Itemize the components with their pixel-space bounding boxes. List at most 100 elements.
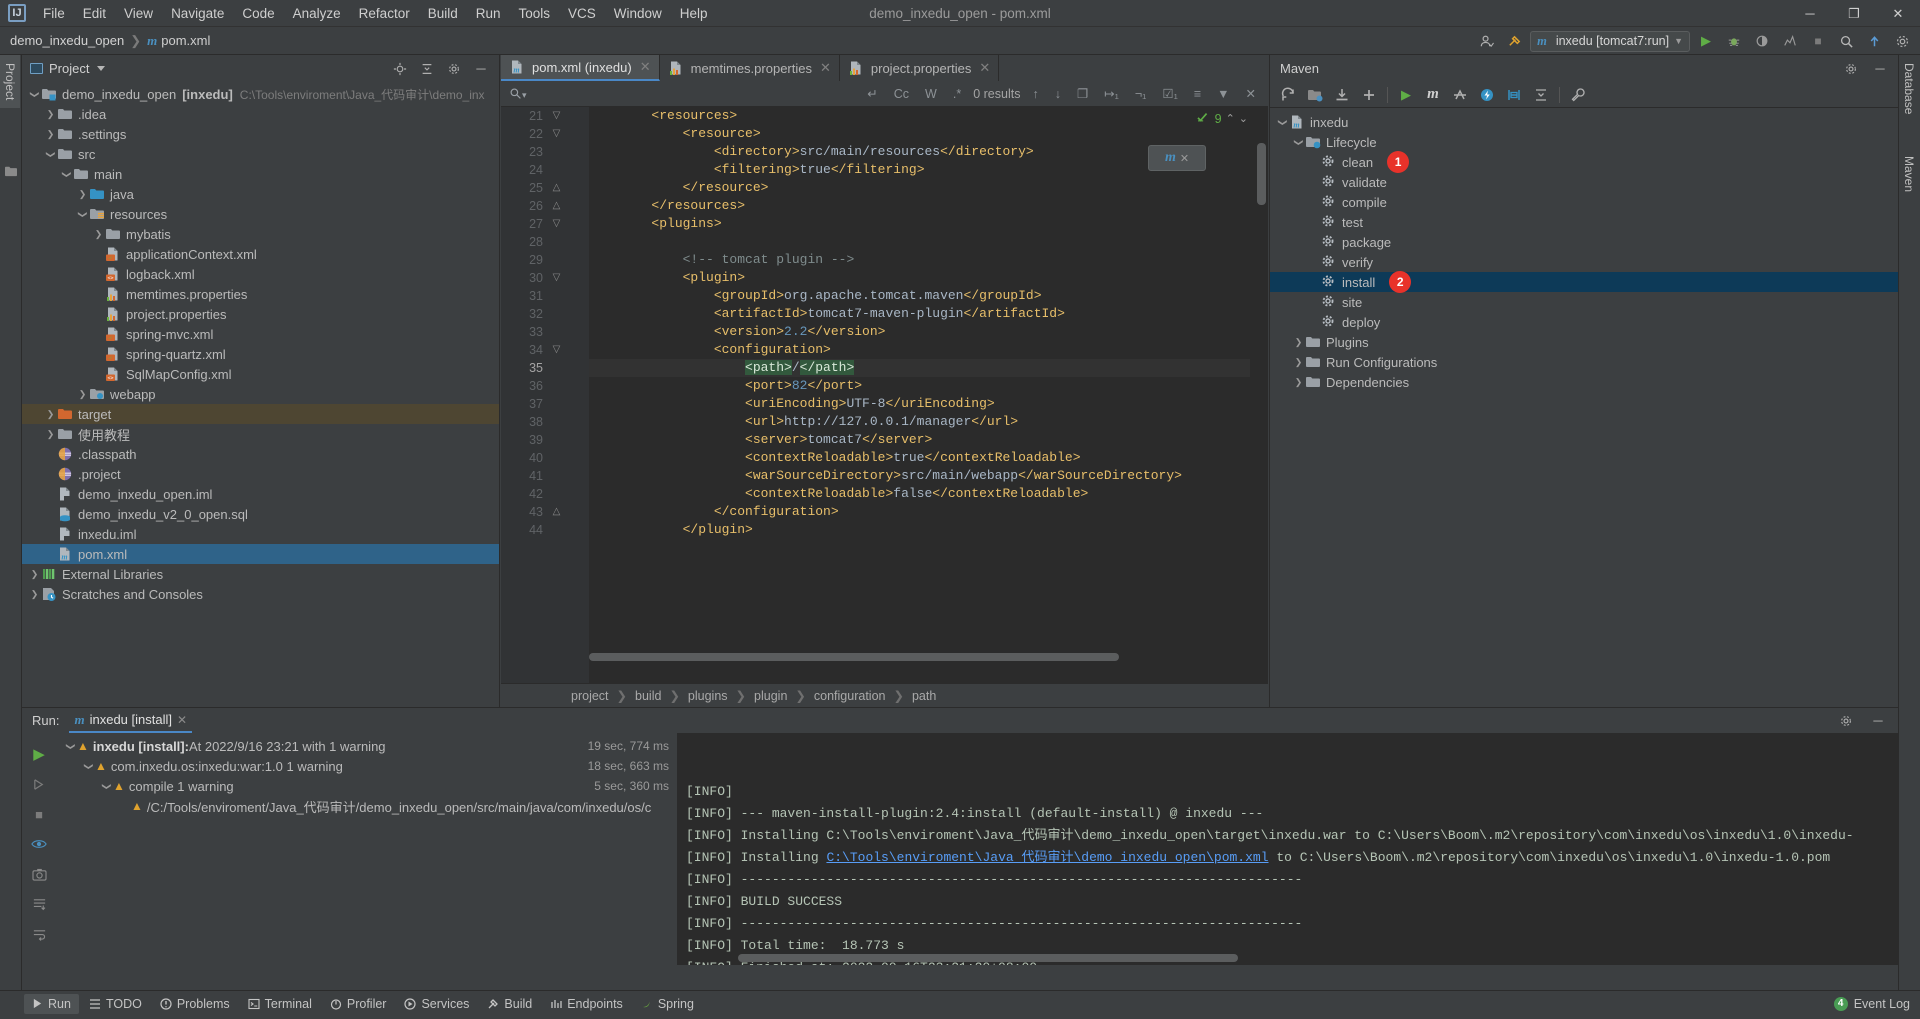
chevron-right-icon[interactable]: ❯ [76,389,89,400]
editor-breadcrumb-item[interactable]: path [912,689,936,703]
project-tree[interactable]: ❯ demo_inxedu_open [inxedu] C:\Tools\enviro… [22,82,499,707]
project-tree-row[interactable]: ❯ 使用教程 [22,424,499,444]
maven-settings-wrench-icon[interactable] [1566,84,1590,106]
structure-folder-icon[interactable] [4,164,18,177]
code-line[interactable]: <path>/</path> [589,359,1250,377]
close-tab-icon[interactable]: ✕ [979,60,990,76]
chevron-down-icon[interactable]: ❯ [77,208,88,221]
project-tree-row[interactable]: ❯ resources [22,204,499,224]
run-with-coverage-button[interactable] [1750,30,1774,52]
maven-settings-gear-icon[interactable] [1839,58,1863,80]
project-tree-row[interactable]: ❯ target [22,404,499,424]
status-bar-item-services[interactable]: Services [396,994,477,1014]
maven-tree-row[interactable]: validate [1270,172,1898,192]
filter-in-comments-icon[interactable]: ↦₁ [1100,85,1123,102]
chevron-down-icon[interactable]: ❯ [1277,116,1288,129]
generate-sources-icon[interactable] [1303,84,1327,106]
project-tree-row[interactable]: ❯ .settings [22,124,499,144]
code-line[interactable]: <port>82</port> [589,377,1250,395]
chevron-down-icon[interactable] [97,66,106,71]
code-line[interactable]: </resources> [589,197,1250,215]
editor-tab[interactable]: m pom.xml (inxedu) ✕ [501,55,660,81]
fold-expand-icon[interactable]: △ [551,179,562,197]
project-tree-row[interactable]: ❯ java [22,184,499,204]
maven-tree-row[interactable]: ❯ m inxedu [1270,112,1898,132]
chevron-right-icon[interactable]: ❯ [44,109,57,120]
status-bar-item-problems[interactable]: Problems [152,994,238,1014]
maven-tree-row[interactable]: deploy [1270,312,1898,332]
reload-projects-icon[interactable] [1276,84,1300,106]
event-log-label[interactable]: Event Log [1854,997,1910,1011]
code-line[interactable]: </resource> [589,179,1250,197]
maven-tree-row[interactable]: install 2 [1270,271,1898,293]
status-bar-item-run[interactable]: Run [24,993,79,1014]
export-snapshot-icon[interactable] [22,859,56,889]
maven-tree-row[interactable]: ❯ Lifecycle [1270,132,1898,152]
hide-maven-panel-icon[interactable]: ─ [1868,58,1892,80]
status-bar-item-endpoints[interactable]: Endpoints [542,994,631,1014]
fold-collapse-icon[interactable]: ▽ [551,341,562,359]
maven-reimport-popup[interactable]: m ✕ [1148,145,1206,171]
run-configuration-selector[interactable]: m inxedu [tomcat7:run] ▼ [1530,30,1690,52]
rerun-failed-tests-button[interactable] [22,769,56,799]
run-maven-goal-icon[interactable]: ▶ [1394,84,1418,106]
close-popup-icon[interactable]: ✕ [1180,152,1189,165]
code-line[interactable]: <warSourceDirectory>src/main/webapp</war… [589,467,1250,485]
maven-tree-row[interactable]: site [1270,292,1898,312]
maximize-button[interactable]: ❐ [1832,0,1876,27]
menu-item-analyze[interactable]: Analyze [284,3,350,24]
find-in-selection-icon[interactable]: ≡ [1190,86,1205,102]
search-everywhere-icon[interactable] [1834,30,1858,52]
find-next-icon[interactable]: ↓ [1051,86,1065,102]
maven-tree-row[interactable]: ❯ Dependencies [1270,372,1898,392]
project-tree-row[interactable]: memtimes.properties [22,284,499,304]
project-settings-gear-icon[interactable] [442,58,466,80]
fold-collapse-icon[interactable]: ▽ [551,215,562,233]
profile-icon[interactable] [1474,30,1498,52]
chevron-right-icon[interactable]: ❯ [1292,377,1305,388]
sidebar-item-project[interactable]: Project [0,55,20,109]
project-tree-row[interactable]: project.properties [22,304,499,324]
show-dependencies-icon[interactable] [1502,84,1526,106]
maven-tree-row[interactable]: ❯ Plugins [1270,332,1898,352]
build-tree-row[interactable]: ❯ ▲ com.inxedu.os:inxedu:war:1.0 1 warning… [56,756,677,776]
chevron-up-icon[interactable]: ⌃ [1226,112,1235,125]
code-line[interactable]: <contextReloadable>true</contextReloadab… [589,449,1250,467]
update-project-icon[interactable] [1862,30,1886,52]
regex-toggle[interactable]: .* [949,86,965,102]
status-bar-item-todo[interactable]: TODO [81,994,150,1014]
code-line[interactable]: <uriEncoding>UTF-8</uriEncoding> [589,395,1250,413]
menu-item-code[interactable]: Code [233,3,283,24]
code-line[interactable]: <plugins> [589,215,1250,233]
filter-icon[interactable]: ▼ [1213,86,1233,102]
code-line[interactable]: <groupId>org.apache.tomcat.maven</groupI… [589,287,1250,305]
project-tree-row[interactable]: .project [22,464,499,484]
project-tree-row[interactable]: <> SqlMapConfig.xml [22,364,499,384]
find-previous-icon[interactable]: ↑ [1028,86,1042,102]
hide-run-panel-icon[interactable]: ─ [1866,710,1890,732]
code-line[interactable]: <server>tomcat7</server> [589,431,1250,449]
minimize-button[interactable]: ─ [1788,0,1832,27]
settings-gear-icon[interactable] [1890,30,1914,52]
close-find-bar-icon[interactable]: ✕ [1242,85,1260,102]
project-tree-row[interactable]: spring-mvc.xml [22,324,499,344]
project-tree-row[interactable]: ❯ .idea [22,104,499,124]
code-line[interactable]: <contextReloadable>false</contextReloada… [589,485,1250,503]
status-bar-item-profiler[interactable]: Profiler [322,994,395,1014]
close-button[interactable]: ✕ [1876,0,1920,27]
filter-except-comments-icon[interactable]: ☑₁ [1158,85,1181,102]
chevron-down-icon[interactable]: ⌄ [1239,112,1248,125]
code-content[interactable]: <resources> <resource> <directory>src/ma… [589,107,1250,687]
profile-run-button[interactable] [1778,30,1802,52]
chevron-down-icon[interactable]: ❯ [83,760,94,773]
chevron-right-icon[interactable]: ❯ [44,129,57,140]
project-tree-row[interactable]: spring-quartz.xml [22,344,499,364]
breadcrumb-project[interactable]: demo_inxedu_open [10,33,124,48]
editor-breadcrumb-item[interactable]: build [635,689,661,703]
code-line[interactable]: <resources> [589,107,1250,125]
chevron-right-icon[interactable]: ❯ [1292,337,1305,348]
fold-collapse-icon[interactable]: ▽ [551,269,562,287]
editor-breadcrumb-item[interactable]: plugin [754,689,787,703]
project-tree-row[interactable]: ❯ mybatis [22,224,499,244]
console-output[interactable]: [INFO] [INFO] --- maven-install-plugin:2.… [678,733,1898,965]
